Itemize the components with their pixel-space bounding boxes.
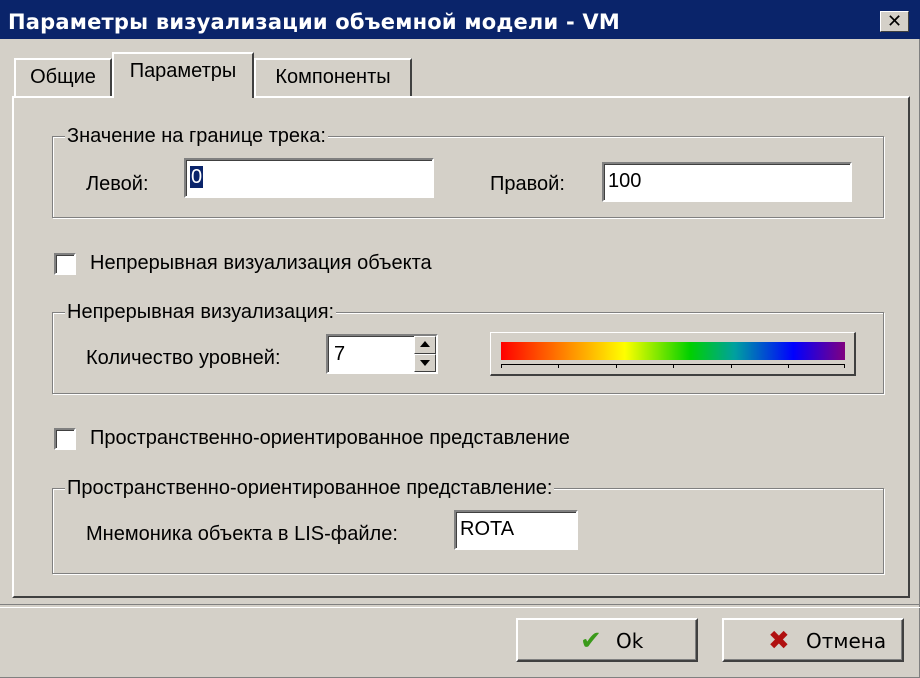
stepper-down-button[interactable] xyxy=(414,354,436,372)
title-bar[interactable]: Параметры визуализации объемной модели -… xyxy=(0,0,920,39)
window-title: Параметры визуализации объемной модели -… xyxy=(8,10,620,34)
close-button[interactable]: ✕ xyxy=(880,11,909,32)
levels-stepper-arrows xyxy=(414,336,436,372)
palette-tick xyxy=(788,364,789,368)
tab-parameters-label: Параметры xyxy=(129,60,237,82)
tab-general[interactable]: Общие xyxy=(14,58,112,96)
left-bound-input[interactable]: 0 xyxy=(184,158,434,198)
right-bound-label: Правой: xyxy=(490,173,565,195)
spatial-representation-label: Пространственно-ориентированное представ… xyxy=(90,427,570,449)
mnemonic-value: ROTA xyxy=(460,518,515,540)
palette-tick xyxy=(844,364,845,368)
color-gradient xyxy=(501,342,845,360)
stepper-up-button[interactable] xyxy=(414,336,436,354)
spatial-group-label: Пространственно-ориентированное представ… xyxy=(65,477,555,499)
palette-tick xyxy=(501,364,502,368)
continuous-group-label: Непрерывная визуализация: xyxy=(65,301,337,323)
mnemonic-label: Мнемоника объекта в LIS-файле: xyxy=(86,523,398,545)
check-icon: ✔ xyxy=(580,626,602,656)
tab-components-label: Компоненты xyxy=(275,66,391,88)
palette-tick xyxy=(558,364,559,368)
mnemonic-input[interactable]: ROTA xyxy=(454,510,578,550)
close-icon: ✕ xyxy=(886,11,903,32)
tab-general-label: Общие xyxy=(30,66,96,88)
left-bound-value: 0 xyxy=(190,166,204,188)
right-bound-value: 100 xyxy=(608,170,642,192)
cancel-button[interactable]: ✖ Отмена xyxy=(722,618,904,662)
chevron-up-icon xyxy=(420,341,430,347)
dialog-window: Параметры визуализации объемной модели -… xyxy=(0,0,920,678)
tab-parameters[interactable]: Параметры xyxy=(112,52,254,98)
continuous-visualization-label: Непрерывная визуализация объекта xyxy=(90,252,432,274)
tab-components[interactable]: Компоненты xyxy=(254,58,412,96)
palette-tick xyxy=(673,364,674,368)
continuous-visualization-checkbox[interactable] xyxy=(54,253,76,275)
ok-button[interactable]: ✔ Ok xyxy=(516,618,698,662)
palette-tick xyxy=(731,364,732,368)
chevron-down-icon xyxy=(420,360,430,366)
palette-tick xyxy=(616,364,617,368)
footer-divider xyxy=(0,604,920,608)
right-bound-input[interactable]: 100 xyxy=(602,162,852,202)
left-bound-label: Левой: xyxy=(86,173,149,195)
track-bounds-group-label: Значение на границе трека: xyxy=(65,125,328,147)
cancel-button-label: Отмена xyxy=(806,629,887,653)
levels-label: Количество уровней: xyxy=(86,347,281,369)
ok-button-label: Ok xyxy=(616,629,644,653)
levels-stepper[interactable]: 7 xyxy=(326,334,438,374)
color-palette-button[interactable] xyxy=(490,332,856,376)
levels-value: 7 xyxy=(334,343,346,365)
cross-icon: ✖ xyxy=(768,626,790,656)
spatial-representation-checkbox[interactable] xyxy=(54,428,76,450)
